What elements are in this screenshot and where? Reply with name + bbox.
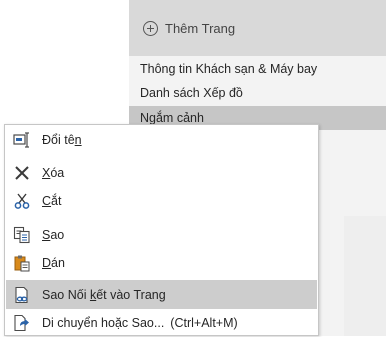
menu-item-move-copy-label: Di chuyển hoặc Sao... [42, 315, 165, 330]
menu-item-delete[interactable]: Xóa [6, 158, 317, 187]
delete-x-icon [13, 164, 31, 182]
page-item-hotel-flight[interactable]: Thông tin Khách sạn & Máy bay [129, 57, 386, 81]
menu-item-copy-link-label: Sao Nối kết vào Trang [42, 287, 166, 302]
menu-item-cut-label: Cắt [42, 193, 62, 208]
add-page-label: Thêm Trang [165, 20, 236, 36]
page-item-packing-list[interactable]: Danh sách Xếp đồ [129, 81, 386, 105]
menu-item-cut[interactable]: Cắt [6, 186, 317, 215]
menu-item-move-copy-shortcut: (Ctrl+Alt+M) [170, 315, 238, 330]
menu-item-rename-label: Đổi tên [42, 132, 82, 147]
rename-icon [13, 131, 31, 149]
menu-item-paste[interactable]: Dán [6, 248, 317, 277]
menu-item-copy-label: Sao [42, 227, 65, 242]
add-circle-icon [143, 20, 158, 36]
copy-icon [13, 226, 31, 244]
scissors-icon [13, 192, 31, 210]
add-page-button[interactable]: Thêm Trang [129, 0, 386, 56]
menu-item-delete-label: Xóa [42, 165, 65, 180]
link-page-icon [13, 286, 31, 304]
menu-item-copy-link-to-page[interactable]: Sao Nối kết vào Trang [6, 280, 317, 309]
menu-item-paste-label: Dán [42, 255, 65, 270]
move-copy-icon [13, 314, 31, 332]
menu-item-move-or-copy[interactable]: Di chuyển hoặc Sao... (Ctrl+Alt+M) [6, 308, 317, 337]
menu-item-copy[interactable]: Sao [6, 220, 317, 249]
menu-item-rename[interactable]: Đổi tên [6, 125, 317, 154]
page-list-scroll-area [344, 216, 386, 336]
page-context-menu: Đổi tên Xóa Cắt Sao Dán Sao Nối kết vào … [4, 124, 319, 336]
paste-clipboard-icon [13, 254, 31, 272]
